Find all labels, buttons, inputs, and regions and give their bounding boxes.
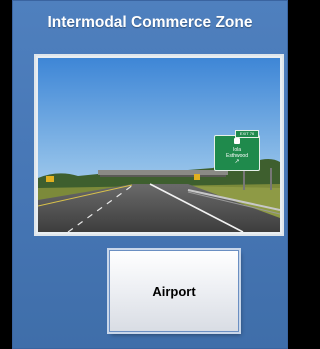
exit-arrow-icon: ↗ [234, 159, 240, 165]
exit-sign-tab: EXIT 76 [235, 130, 259, 138]
airport-button-label: Airport [152, 283, 196, 299]
exit-sign: EXIT 76 Iola Esthwood ↗ [214, 130, 260, 171]
highway-photo: EXIT 76 Iola Esthwood ↗ [38, 58, 280, 232]
slide-panel: Intermodal Commerce Zone EXIT 76 Iola Es… [12, 0, 288, 349]
slide-title: Intermodal Commerce Zone [47, 14, 253, 31]
highway-photo-frame: EXIT 76 Iola Esthwood ↗ [36, 56, 282, 234]
route-shield-icon [215, 138, 259, 147]
airport-button[interactable]: Airport [109, 250, 239, 332]
